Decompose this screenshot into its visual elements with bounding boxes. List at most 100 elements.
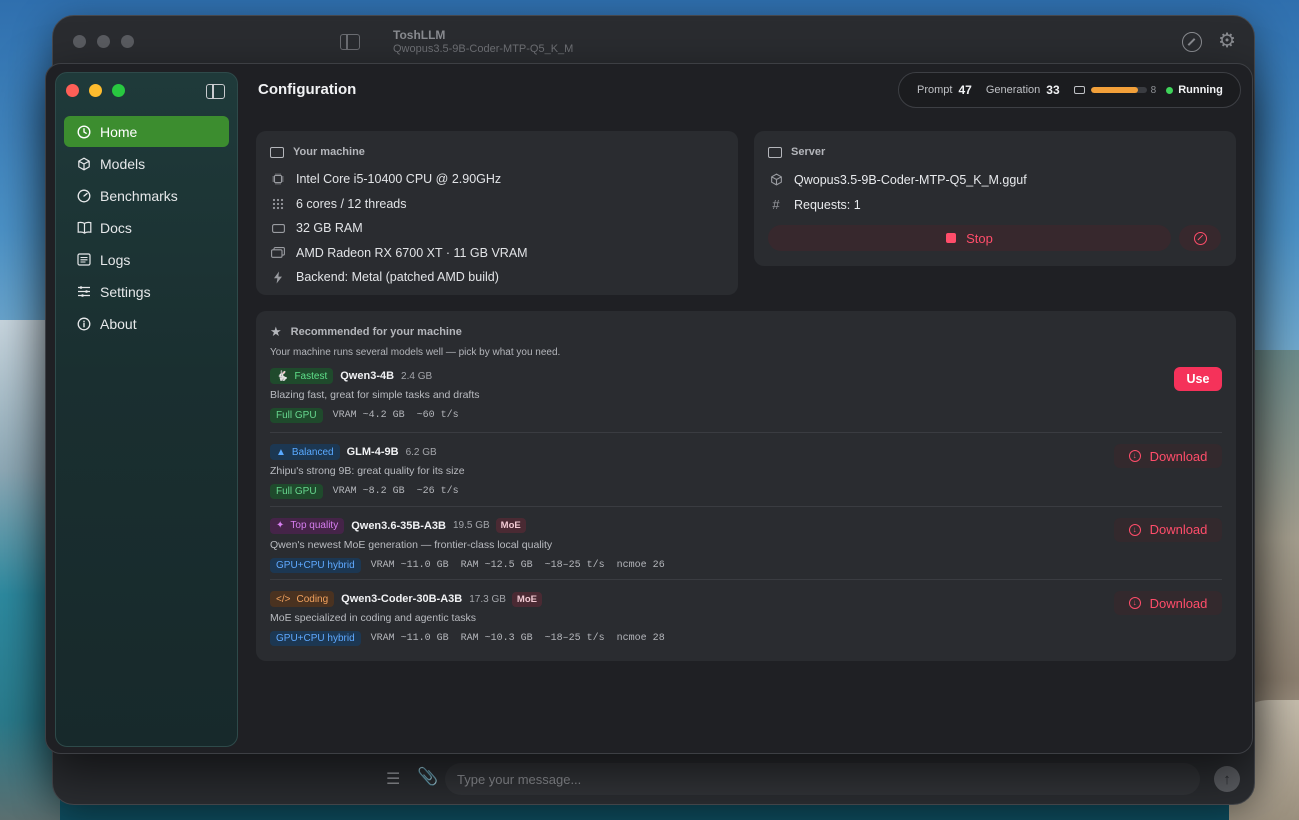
model-size: 19.5 GB (452, 520, 490, 531)
machine-card: Your machine Intel Core i5-10400 CPU @ 2… (256, 131, 738, 295)
download-model-button[interactable]: ↓ Download (1114, 517, 1222, 542)
sidebar-item-label: Home (100, 123, 138, 140)
back-close-dot[interactable] (73, 35, 86, 48)
prompt-value: 47 (958, 83, 972, 97)
sidebar-item-label: Logs (100, 251, 131, 268)
back-window-traffic-lights (73, 35, 134, 48)
machine-cpu-row: Intel Core i5-10400 CPU @ 2.90GHz (270, 167, 724, 192)
back-window-subtitle: Qwopus3.5-9B-Coder-MTP-Q5_K_M (393, 43, 574, 55)
send-button[interactable]: ↑ (1214, 766, 1240, 792)
model-tag-label: Top quality (290, 520, 339, 531)
server-requests-row: # Requests: 1 (768, 192, 1222, 217)
zoom-button[interactable] (112, 84, 125, 97)
download-icon: ↓ (1128, 597, 1141, 609)
sidebar-item-settings[interactable]: Settings (64, 276, 229, 307)
server-card: Server Qwopus3.5-9B-Coder-MTP-Q5_K_M.ggu… (754, 131, 1236, 266)
machine-cores: 6 cores / 12 threads (296, 196, 407, 211)
sidebar-item-logs[interactable]: Logs (64, 244, 229, 275)
machine-cores-row: 6 cores / 12 threads (270, 192, 724, 217)
status-bar: Prompt 47 Generation 33 8 Running (898, 72, 1241, 108)
machine-gpu: AMD Radeon RX 6700 XT · 11 GB VRAM (296, 245, 528, 260)
recommended-header: ★ Recommended for your machine (270, 324, 1222, 339)
cpu-icon (270, 173, 286, 185)
moe-badge: MoE (511, 591, 542, 607)
list-icon (76, 252, 92, 268)
model-tag-label: Fastest (294, 370, 328, 382)
server-card-header: Server (768, 145, 1222, 159)
model-description: Blazing fast, great for simple tasks and… (270, 389, 480, 401)
sidebar-item-models[interactable]: Models (64, 148, 229, 179)
arrow-up-icon: ↑ (1223, 770, 1231, 788)
sidebar-toggle-icon[interactable] (206, 84, 225, 99)
sidebar-item-docs[interactable]: Docs (64, 212, 229, 243)
machine-ram-row: 32 GB RAM (270, 216, 724, 241)
stop-icon (946, 233, 957, 243)
gear-icon[interactable]: ⚙ (1218, 31, 1236, 51)
model-tag: 🐇 Fastest (270, 368, 334, 384)
server-icon (768, 146, 782, 158)
recommended-card: ★ Recommended for your machine Your mach… (256, 311, 1236, 661)
machine-backend: Backend: Metal (patched AMD build) (296, 270, 499, 285)
model-tag: ▲ Balanced (270, 444, 340, 460)
close-button[interactable] (66, 84, 79, 97)
sparkles-icon: ✦ (276, 520, 285, 531)
traffic-lights (66, 84, 125, 97)
gpu-icon (270, 247, 286, 259)
back-sidebar-toggle-icon[interactable] (340, 34, 360, 50)
model-fit-badge: Full GPU (270, 484, 323, 499)
machine-cpu: Intel Core i5-10400 CPU @ 2.90GHz (296, 172, 502, 187)
model-size: 2.4 GB (401, 370, 433, 382)
model-fit-badge: GPU+CPU hybrid (270, 557, 361, 573)
model-name: Qwen3-4B (340, 370, 395, 382)
clock-icon (76, 124, 92, 140)
model-stats: VRAM ~11.0 GB RAM ~12.5 GB ~18–25 t/s nc… (370, 559, 665, 571)
prompt-label: Prompt (917, 84, 953, 96)
download-icon: ↓ (1128, 450, 1141, 462)
model-size: 6.2 GB (405, 446, 437, 458)
back-zoom-dot[interactable] (121, 35, 134, 48)
download-icon: ↓ (1128, 523, 1141, 536)
stop-server-button[interactable]: Stop (768, 225, 1171, 251)
server-model-file: Qwopus3.5-9B-Coder-MTP-Q5_K_M.gguf (794, 172, 1027, 187)
book-icon (76, 220, 92, 236)
grid-icon (270, 198, 286, 210)
running-status-dot (1166, 86, 1174, 94)
stop-button-label: Stop (966, 230, 993, 246)
sidebar-item-label: About (100, 315, 137, 332)
compass-icon[interactable] (1182, 32, 1202, 52)
sidebar-item-about[interactable]: About (64, 308, 229, 339)
open-web-ui-button[interactable] (1179, 225, 1221, 251)
sidebar-item-label: Docs (100, 219, 132, 236)
minimize-button[interactable] (89, 84, 102, 97)
tune-icon[interactable]: ☰ (386, 769, 400, 789)
model-size: 17.3 GB (469, 593, 506, 605)
gauge-icon (76, 188, 92, 204)
generation-value: 33 (1046, 83, 1060, 97)
use-model-button[interactable]: Use (1174, 367, 1222, 391)
sidebar-item-label: Settings (100, 283, 151, 300)
memory-icon (270, 223, 286, 233)
download-model-button[interactable]: ↓ Download (1114, 591, 1222, 615)
cube-icon (76, 156, 92, 172)
message-input[interactable] (445, 763, 1200, 795)
code-icon: </> (276, 593, 291, 605)
sidebar-item-home[interactable]: Home (64, 116, 229, 147)
model-tag-label: Coding (296, 593, 329, 605)
paperclip-icon[interactable]: 📎 (417, 767, 438, 787)
use-button-label: Use (1186, 372, 1210, 386)
running-status-label: Running (1178, 84, 1223, 96)
machine-ram: 32 GB RAM (296, 221, 363, 236)
back-minimize-dot[interactable] (97, 35, 110, 48)
context-progress-fill (1090, 87, 1139, 93)
sidebar-item-benchmarks[interactable]: Benchmarks (64, 180, 229, 211)
sidebar-item-label: Models (100, 155, 146, 172)
context-progress-bar (1090, 87, 1147, 93)
sliders-icon (76, 284, 92, 300)
front-window: Home Models Benchmarks Docs Logs Setting… (45, 63, 1253, 754)
info-icon (76, 316, 92, 332)
download-model-button[interactable]: ↓ Download (1114, 444, 1222, 468)
sidebar: Home Models Benchmarks Docs Logs Setting… (55, 72, 238, 747)
bolt-icon (270, 271, 286, 284)
generation-label: Generation (985, 84, 1041, 96)
download-button-label: Download (1149, 448, 1208, 464)
